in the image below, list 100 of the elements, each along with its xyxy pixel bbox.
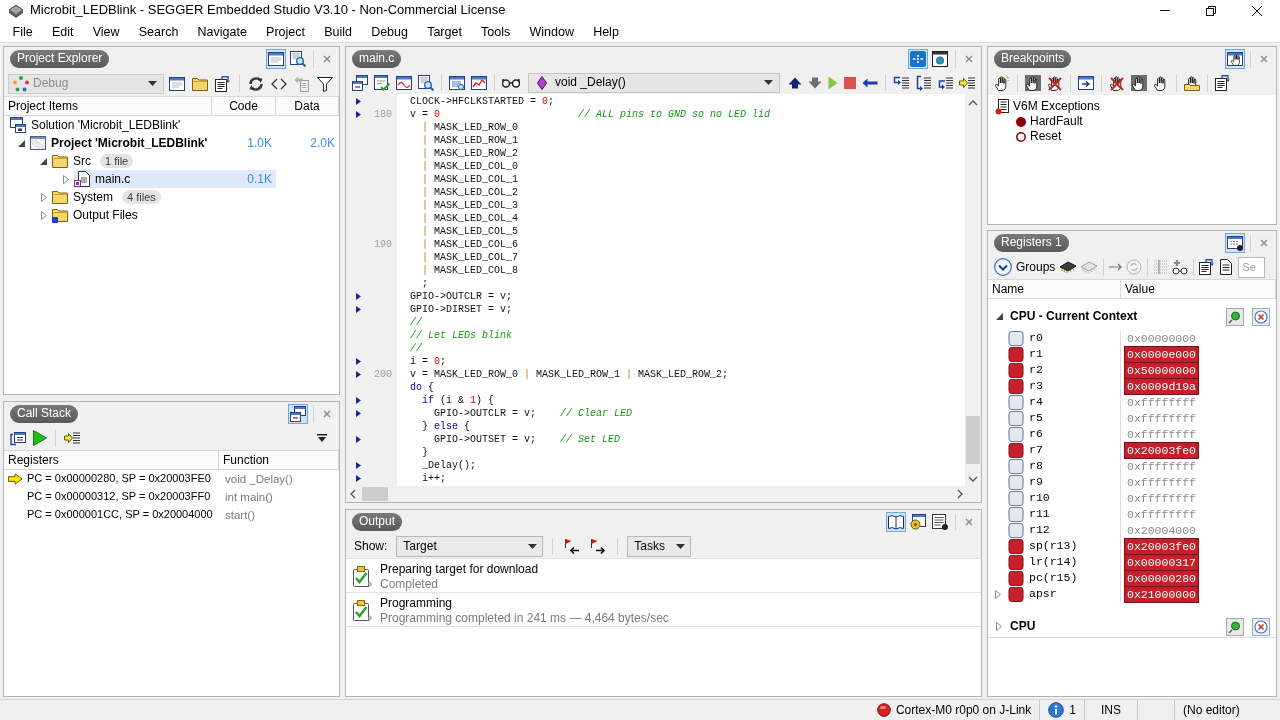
chevron-right-icon[interactable]	[957, 489, 963, 499]
collapsed-arrow-icon[interactable]	[40, 210, 47, 220]
grid-window-icon[interactable]	[1225, 233, 1245, 253]
window-icon[interactable]	[266, 49, 286, 69]
close-icon[interactable]	[323, 410, 331, 418]
angle-brackets-icon[interactable]	[271, 77, 287, 90]
properties-icon[interactable]	[1215, 75, 1231, 91]
chart-window-icon[interactable]	[471, 74, 487, 91]
globe-window-icon[interactable]	[932, 51, 948, 67]
tree-item[interactable]: Project 'Microbit_LEDBlink'	[30, 134, 212, 152]
window-icon[interactable]	[169, 75, 185, 92]
hand-sparkle-icon[interactable]	[994, 75, 1010, 91]
collapsed-arrow-icon[interactable]	[62, 174, 69, 184]
menu-item[interactable]: Debug	[361, 22, 418, 41]
stack-frame-registers[interactable]: PC = 0x000001CC, SP = 0x20004000	[27, 508, 213, 522]
stack-frame-registers[interactable]: PC = 0x00000280, SP = 0x20003FE0	[27, 472, 211, 486]
register-value[interactable]: 0x20003fe0	[1125, 442, 1198, 458]
chip-icon[interactable]	[1059, 261, 1078, 273]
show-dropdown[interactable]: Target	[396, 535, 544, 557]
filter-icon[interactable]	[317, 75, 333, 92]
close-icon[interactable]	[965, 55, 973, 63]
pin-icon[interactable]	[1226, 307, 1244, 326]
group-label[interactable]: CPU	[1010, 619, 1226, 634]
collapsed-arrow-icon[interactable]	[995, 589, 1001, 599]
menu-item[interactable]: Edit	[42, 22, 84, 41]
flag-arrow-icon[interactable]	[590, 538, 607, 554]
function-dropdown[interactable]: void _Delay()	[528, 72, 780, 93]
register-value[interactable]: 0xffffffff	[1125, 490, 1198, 506]
windows-icon[interactable]	[288, 404, 308, 424]
glasses-plus-icon[interactable]	[1172, 259, 1189, 275]
groups-button[interactable]: Groups	[992, 258, 1058, 276]
refresh-icon[interactable]	[248, 75, 264, 92]
filter-dropdown[interactable]: Tasks	[627, 535, 692, 557]
stop-icon[interactable]	[844, 76, 856, 89]
scroll-thumb[interactable]	[362, 487, 388, 501]
tree-item[interactable]: main.c	[74, 170, 212, 188]
list-arrow-icon[interactable]	[64, 430, 80, 446]
magnifier-document-icon[interactable]	[290, 51, 306, 67]
up-arrow-icon[interactable]	[788, 76, 802, 89]
register-value[interactable]: 0xffffffff	[1125, 410, 1198, 426]
register-value[interactable]: 0xffffffff	[1125, 474, 1198, 490]
register-value[interactable]: 0x21000000	[1125, 586, 1198, 602]
chevron-down-icon[interactable]	[968, 476, 978, 482]
document-list-icon[interactable]	[932, 514, 948, 530]
register-value[interactable]: 0xffffffff	[1125, 506, 1198, 522]
pin-icon[interactable]	[1226, 617, 1244, 636]
dropdown-caret-icon[interactable]	[317, 434, 327, 442]
right-arrow-icon[interactable]	[1109, 263, 1124, 271]
magnifier-document-icon[interactable]	[418, 74, 434, 91]
properties-icon[interactable]	[215, 75, 231, 92]
hand-cross-icon[interactable]	[1047, 75, 1063, 91]
down-arrow-icon[interactable]	[808, 76, 822, 89]
close-icon[interactable]	[965, 518, 973, 526]
window-list-icon[interactable]	[10, 430, 26, 446]
register-value[interactable]: 0x0009d19a	[1125, 378, 1198, 394]
close-icon[interactable]	[1260, 55, 1268, 63]
stack-frame-function[interactable]: int main()	[219, 489, 339, 505]
menu-item[interactable]: Help	[583, 22, 629, 41]
breakpoint-group[interactable]: V6M Exceptions	[1013, 99, 1100, 114]
register-value[interactable]: 0x00000317	[1125, 554, 1198, 570]
stack-frame-registers[interactable]: PC = 0x00000312, SP = 0x20003FF0	[27, 490, 211, 504]
register-value[interactable]: 0x00000280	[1125, 570, 1198, 586]
hand-folder-icon[interactable]	[1184, 75, 1200, 91]
properties-icon[interactable]	[1199, 259, 1216, 275]
chevron-up-icon[interactable]	[968, 100, 978, 106]
tree-item[interactable]: Output Files	[52, 206, 212, 224]
menu-item[interactable]: Build	[314, 22, 362, 41]
register-value[interactable]: 0xffffffff	[1125, 426, 1198, 442]
hand-window-icon[interactable]	[1225, 49, 1245, 69]
expanded-arrow-icon[interactable]	[40, 157, 47, 165]
hand-icon[interactable]	[1025, 75, 1041, 91]
group-label[interactable]: CPU - Current Context	[1010, 309, 1226, 324]
stack-frame-function[interactable]: void _Delay()	[219, 471, 339, 487]
menu-item[interactable]: Search	[129, 22, 188, 41]
close-circle-icon[interactable]	[1252, 307, 1270, 326]
list-arrow-icon[interactable]	[937, 74, 953, 91]
chevron-left-icon[interactable]	[350, 489, 356, 499]
list-arrow-icon[interactable]	[915, 74, 931, 91]
collapsed-arrow-icon[interactable]	[40, 192, 47, 202]
folder-icon[interactable]	[192, 75, 208, 92]
info-icon[interactable]	[1048, 702, 1065, 718]
menu-item[interactable]: View	[83, 22, 130, 41]
flag-arrow-icon[interactable]	[564, 538, 581, 554]
register-value[interactable]: 0xffffffff	[1125, 458, 1198, 474]
search-field[interactable]: Se	[1238, 256, 1266, 278]
breakpoint-item[interactable]: HardFault	[1030, 114, 1083, 129]
stack-frame-function[interactable]: start()	[219, 507, 339, 523]
window-magnifier-icon[interactable]	[449, 74, 465, 91]
tree-item[interactable]: System 4 files	[52, 188, 212, 206]
menu-item[interactable]: Tools	[471, 22, 520, 41]
menu-item[interactable]: Project	[256, 22, 315, 41]
breakpoint-item[interactable]: Reset	[1030, 129, 1062, 144]
windows-icon[interactable]	[352, 74, 368, 91]
close-circle-icon[interactable]	[1252, 617, 1270, 636]
close-icon[interactable]	[1260, 239, 1268, 247]
document-icon[interactable]	[1218, 259, 1235, 275]
glasses-icon[interactable]	[502, 77, 520, 88]
left-arrow-icon[interactable]	[862, 77, 878, 88]
register-value[interactable]: 0x0000e000	[1125, 346, 1198, 362]
close-icon[interactable]	[323, 55, 331, 63]
